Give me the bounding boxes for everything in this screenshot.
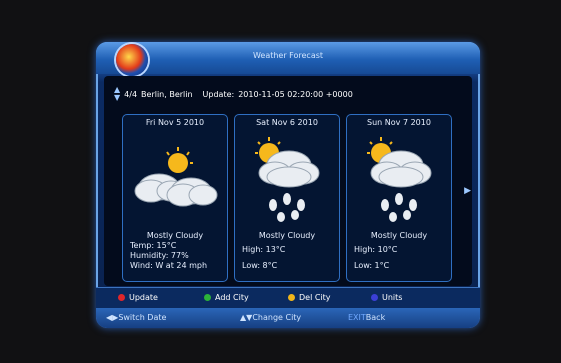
update-time: 2010-11-05 02:20:00 +0000	[238, 89, 353, 99]
hint-switch-date: ◀▶Switch Date	[106, 313, 167, 322]
left-right-arrows-icon: ◀▶	[106, 313, 119, 322]
city-index: 4/4	[124, 89, 138, 99]
hint-change-city: ▲▼Change City	[240, 313, 302, 322]
card-date: Sun Nov 7 2010	[367, 118, 431, 127]
card-condition: Mostly Cloudy	[370, 231, 428, 240]
legend-units[interactable]: Units	[371, 293, 402, 302]
weather-window: Weather Forecast ▲ ▼ 4/4 Berlin, Berlin U…	[96, 42, 480, 328]
exit-key-label: EXIT	[348, 313, 366, 322]
card-condition: Mostly Cloudy	[258, 231, 316, 240]
mostly-cloudy-icon	[134, 147, 218, 207]
exit-hint-label: Back	[365, 313, 386, 322]
card-temp: Temp: 15°C	[130, 241, 177, 250]
legend-label: Update	[129, 293, 158, 302]
location-row[interactable]: ▲ ▼ 4/4 Berlin, Berlin Update: 2010-11-05…	[114, 86, 353, 102]
update-label: Update:	[202, 89, 235, 99]
hint-exit-back: EXITBack	[348, 313, 385, 322]
card-date: Fri Nov 5 2010	[145, 118, 205, 127]
key-hints-bar: ◀▶Switch Date ▲▼Change City EXITBack	[96, 308, 480, 328]
card-low: Low: 8°C	[242, 261, 278, 270]
card-date: Sat Nov 6 2010	[256, 118, 318, 127]
rain-cloud-icon	[255, 137, 320, 222]
forecast-card-day-1[interactable]: Fri Nov 5 2010 Mostly Cloudy Temp: 15°C …	[122, 114, 228, 282]
up-down-arrows-icon: ▲▼	[114, 85, 121, 102]
chevron-right-icon[interactable]: ▶	[464, 186, 471, 196]
legend-label: Add City	[215, 293, 249, 302]
legend-label: Del City	[299, 293, 331, 302]
window-title: Weather Forecast	[252, 51, 324, 60]
title-bar: Weather Forecast	[96, 42, 480, 76]
forecast-card-day-2[interactable]: Sat Nov 6 2010 Mostly Cloudy High: 13°C …	[234, 114, 340, 282]
color-key-legend: Update Add City Del City Units	[96, 287, 480, 308]
blue-key-icon	[371, 294, 378, 301]
up-down-arrows-icon: ▲▼	[240, 313, 253, 322]
app-logo	[116, 44, 148, 76]
card-condition: Mostly Cloudy	[146, 231, 204, 240]
red-key-icon	[118, 294, 125, 301]
card-humidity: Humidity: 77%	[130, 251, 189, 260]
legend-add-city[interactable]: Add City	[204, 293, 249, 302]
card-low: Low: 1°C	[354, 261, 390, 270]
card-high: High: 13°C	[242, 245, 286, 254]
legend-update[interactable]: Update	[118, 293, 158, 302]
forecast-card-day-3[interactable]: Sun Nov 7 2010 Mostly Cloudy High: 10°C …	[346, 114, 452, 282]
city-name: Berlin, Berlin	[141, 89, 193, 99]
card-wind: Wind: W at 24 mph	[130, 261, 208, 270]
green-key-icon	[204, 294, 211, 301]
legend-label: Units	[382, 293, 403, 302]
forecast-area: ▲ ▼ 4/4 Berlin, Berlin Update: 2010-11-05…	[104, 76, 472, 286]
card-high: High: 10°C	[354, 245, 398, 254]
legend-del-city[interactable]: Del City	[288, 293, 331, 302]
rain-cloud-icon	[367, 137, 432, 222]
yellow-key-icon	[288, 294, 295, 301]
